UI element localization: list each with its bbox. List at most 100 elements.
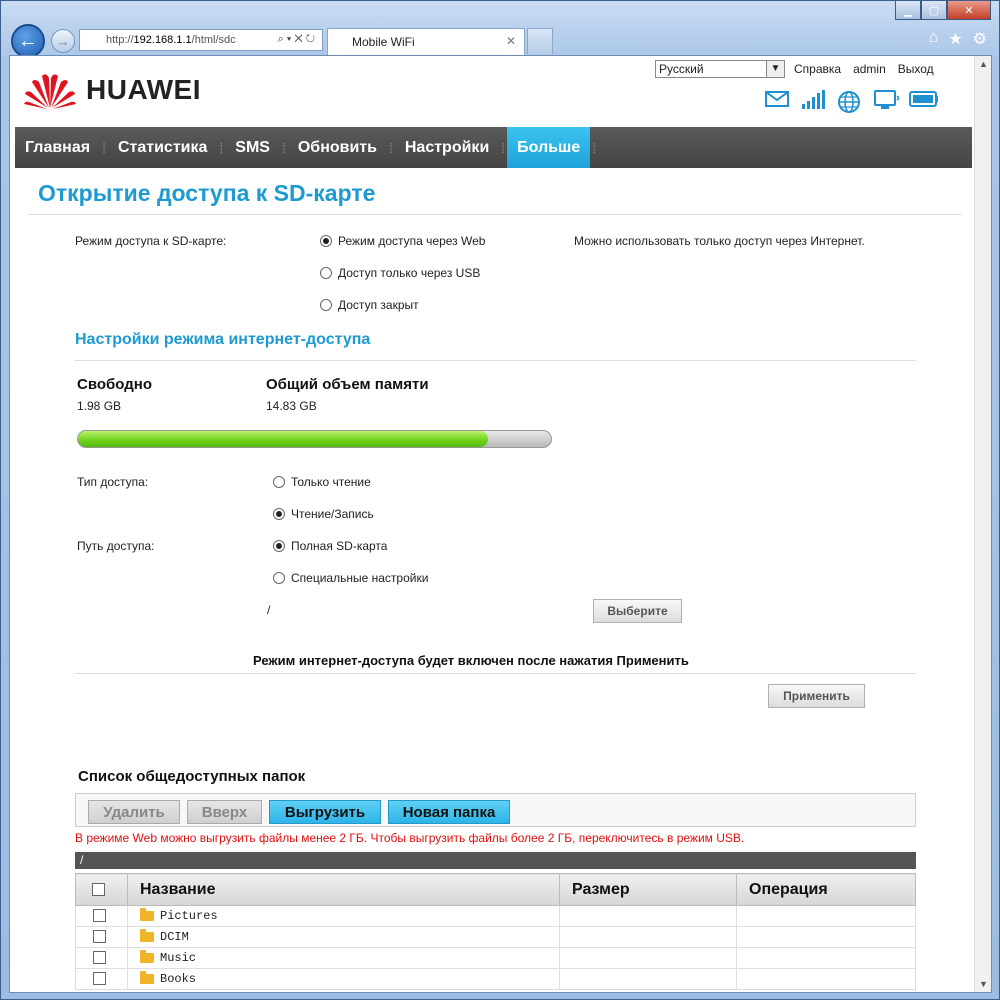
row-operation-cell (736, 926, 916, 948)
table-row[interactable]: Pictures (75, 905, 916, 927)
scroll-up-icon[interactable]: ▲ (979, 59, 988, 69)
new-tab-button[interactable] (527, 28, 553, 54)
browser-tab[interactable]: Mobile WiFi ✕ (327, 28, 525, 55)
menu-separator: ⁞ (501, 139, 506, 156)
tab-title: Mobile WiFi (352, 35, 415, 49)
address-prefix: http:// (106, 34, 134, 46)
folder-name[interactable]: Music (160, 951, 196, 965)
radio-dot[interactable] (320, 235, 332, 247)
select-path-button[interactable]: Выберите (593, 599, 682, 623)
browser-window: ▁ ▢ ✕ ← → http://192.168.1.1/html/sdc ⌕▾… (0, 0, 1000, 1000)
maximize-button[interactable]: ▢ (921, 1, 947, 20)
radio-dot[interactable] (273, 572, 285, 584)
favorites-icon[interactable]: ★ (948, 29, 962, 49)
tab-close-icon[interactable]: ✕ (506, 34, 516, 48)
free-value: 1.98 GB (77, 399, 122, 413)
row-checkbox[interactable] (93, 909, 106, 923)
menu-item-update[interactable]: Обновить (288, 127, 387, 168)
radio-access-closed[interactable]: Доступ закрыт (320, 298, 419, 312)
row-name-cell[interactable]: Music (127, 947, 560, 969)
table-row[interactable]: Books (75, 968, 916, 990)
storage-progress-fill (78, 431, 488, 447)
vertical-scrollbar[interactable]: ▲ ▼ (974, 56, 991, 992)
row-name-cell[interactable]: Books (127, 968, 560, 990)
menu-item-statistics[interactable]: Статистика (108, 127, 217, 168)
radio-usb-only[interactable]: Доступ только через USB (320, 266, 480, 280)
folder-icon (140, 907, 154, 921)
web-settings-title: Настройки режима интернет-доступа (75, 331, 371, 348)
close-button[interactable]: ✕ (947, 1, 991, 20)
apply-button[interactable]: Применить (768, 684, 865, 708)
radio-custom-path[interactable]: Специальные настройки (273, 571, 428, 585)
row-operation-cell (736, 947, 916, 969)
up-button[interactable]: Вверх (187, 800, 262, 824)
row-checkbox[interactable] (93, 951, 106, 965)
radio-read-write[interactable]: Чтение/Запись (273, 507, 374, 521)
menu-separator: ⁞ (592, 139, 597, 156)
radio-dot[interactable] (273, 476, 285, 488)
apply-note: Режим интернет-доступа будет включен пос… (253, 653, 689, 668)
storage-progress-bar (77, 430, 552, 448)
scroll-down-icon[interactable]: ▼ (979, 979, 988, 989)
row-checkbox[interactable] (93, 972, 106, 986)
window-controls: ▁ ▢ ✕ (895, 1, 991, 20)
folder-name[interactable]: Books (160, 972, 196, 986)
top-links: Справка admin Выход (794, 62, 934, 76)
radio-dot[interactable] (273, 540, 285, 552)
folder-icon (140, 928, 154, 942)
radio-dot[interactable] (320, 267, 332, 279)
new-folder-button[interactable]: Новая папка (388, 800, 510, 824)
back-button[interactable]: ← (11, 24, 45, 58)
column-operation: Операция (736, 873, 916, 906)
radio-label: Только чтение (291, 475, 371, 489)
mail-icon[interactable] (765, 90, 789, 112)
help-link[interactable]: Справка (794, 62, 841, 76)
delete-button[interactable]: Удалить (88, 800, 180, 824)
access-type-label: Тип доступа: (77, 475, 149, 489)
section-divider (75, 360, 916, 361)
table-row[interactable]: DCIM (75, 926, 916, 948)
radio-full-sd[interactable]: Полная SD-карта (273, 539, 387, 553)
menu-item-more[interactable]: Больше (507, 127, 591, 168)
radio-read-only[interactable]: Только чтение (273, 475, 371, 489)
column-size[interactable]: Размер (559, 873, 737, 906)
menu-item-settings[interactable]: Настройки (395, 127, 499, 168)
select-all-checkbox[interactable] (92, 882, 105, 896)
logout-link[interactable]: Выход (898, 62, 934, 76)
page-viewport: HUAWEI Русский ▼ Справка admin Выход Гла… (9, 55, 992, 993)
radio-dot[interactable] (273, 508, 285, 520)
current-path-bar: / (75, 852, 916, 869)
table-row[interactable]: Music (75, 947, 916, 969)
address-tools[interactable]: ⌕▾✕↻ (278, 33, 318, 46)
access-path-label: Путь доступа: (77, 539, 155, 553)
sd-mode-hint: Можно использовать только доступ через И… (574, 234, 865, 248)
settings-gear-icon[interactable]: ⚙ (973, 29, 987, 49)
radio-dot[interactable] (320, 299, 332, 311)
total-label: Общий объем памяти (266, 376, 429, 393)
radio-label: Режим доступа через Web (338, 234, 486, 248)
minimize-button[interactable]: ▁ (895, 1, 921, 20)
browser-toolbar-icons: ⌂ ★ ⚙ (929, 29, 987, 49)
row-checkbox[interactable] (93, 930, 106, 944)
folder-name[interactable]: DCIM (160, 930, 189, 944)
table-header-row: Название Размер Операция (75, 873, 916, 906)
address-path: /html/sdc (191, 34, 236, 46)
folder-name[interactable]: Pictures (160, 909, 218, 923)
menu-separator: ⁞ (219, 139, 224, 156)
row-name-cell[interactable]: DCIM (127, 926, 560, 948)
row-name-cell[interactable]: Pictures (127, 905, 560, 927)
chevron-down-icon[interactable]: ▼ (766, 61, 784, 77)
forward-button[interactable]: → (51, 29, 75, 53)
language-select[interactable]: Русский ▼ (655, 60, 785, 78)
main-menu: Главная ⁞ Статистика ⁞ SMS ⁞ Обновить ⁞ … (15, 127, 972, 168)
address-bar[interactable]: http://192.168.1.1/html/sdc ⌕▾✕↻ (79, 29, 323, 51)
home-icon[interactable]: ⌂ (929, 29, 939, 49)
menu-item-home[interactable]: Главная (15, 127, 100, 168)
radio-web-access[interactable]: Режим доступа через Web (320, 234, 485, 248)
upload-button[interactable]: Выгрузить (269, 800, 381, 824)
radio-label: Специальные настройки (291, 571, 429, 585)
column-name[interactable]: Название (127, 873, 560, 906)
globe-icon (837, 90, 861, 113)
radio-label: Полная SD-карта (291, 539, 388, 553)
menu-item-sms[interactable]: SMS (225, 127, 280, 168)
